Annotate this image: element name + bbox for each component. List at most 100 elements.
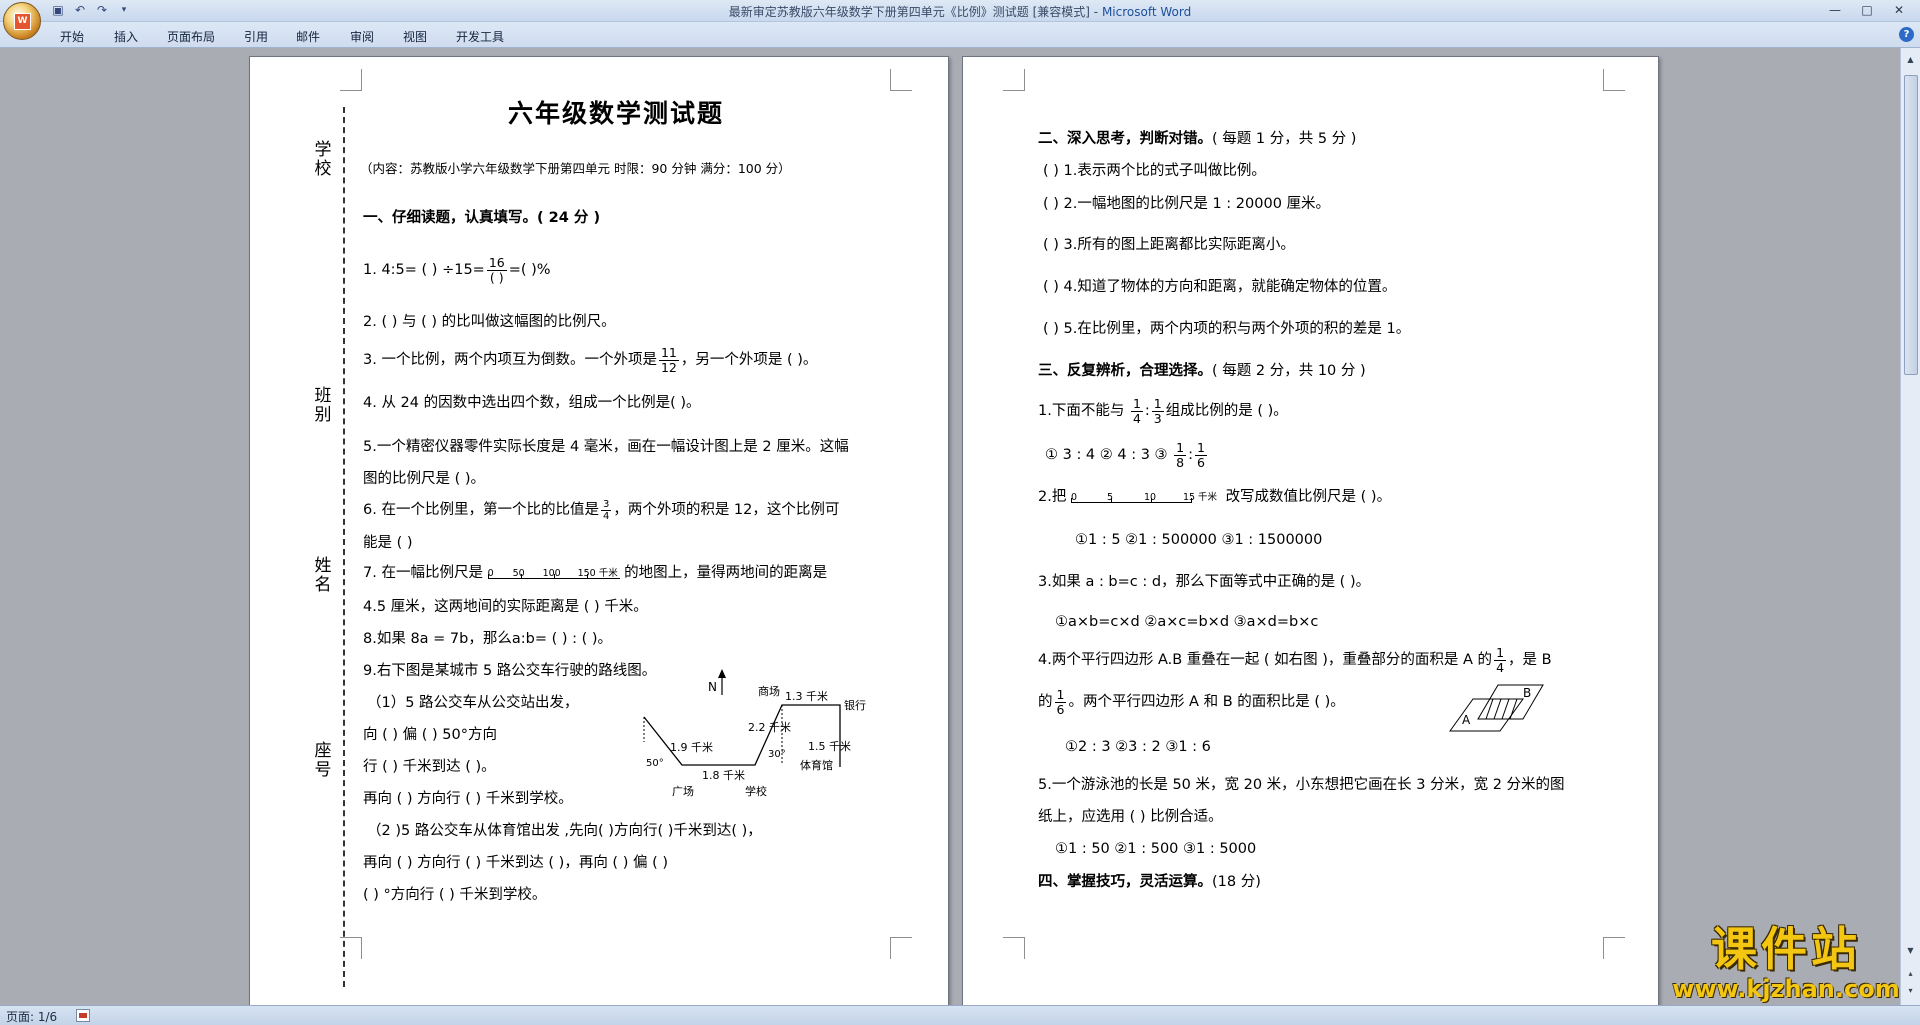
page-1: 学校 班别 姓名 座号 六年级数学测试题 （内容：苏教版小学六年级数学下册第四单… xyxy=(249,56,949,1005)
map-label-30deg: 30° xyxy=(768,749,786,760)
choice-3-options: ①a×b=c×d ②a×c=b×d ③a×d=b×c xyxy=(1055,614,1319,630)
q1-text-b: =( )% xyxy=(508,262,551,278)
side-label-school: 学校 xyxy=(314,140,332,179)
map-label-bank: 银行 xyxy=(844,698,866,712)
tab-mailings[interactable]: 邮件 xyxy=(296,28,320,45)
c4-text-d: 。两个平行四边形 A 和 B 的面积比是 ( )。 xyxy=(1068,694,1345,710)
judge-4: ( ) 4.知道了物体的方向和距离，就能确定物体的位置。 xyxy=(1043,279,1397,295)
minimize-icon[interactable]: — xyxy=(1820,1,1850,19)
c1-options-text: ① 3 : 4 ② 4 : 3 ③ xyxy=(1045,447,1168,463)
choice-4a: 4.两个平行四边形 A.B 重叠在一起 ( 如右图 )，重叠部分的面积是 A 的… xyxy=(1038,637,1552,683)
q6-num: 3 xyxy=(600,498,612,511)
question-3: 3. 一个比例，两个内项互为倒数。一个外项是 11 12 ，另一个外项是 ( )。 xyxy=(363,338,817,382)
frac-den: 4 xyxy=(1496,659,1505,675)
section-2-heading: 二、深入思考，判断对错。( 每题 1 分，共 5 分 ) xyxy=(1038,129,1356,149)
question-6b: 能是 ( ) xyxy=(363,535,413,551)
map-label-gym: 体育馆 xyxy=(800,758,833,772)
question-9-2a: （2 )5 路公交车从体育馆出发 ,先向( )方向行( )千米到达( )， xyxy=(367,823,762,839)
crop-mark xyxy=(340,69,362,91)
overlap-hatch xyxy=(1493,698,1502,720)
next-page-icon[interactable]: ▾ xyxy=(1903,983,1918,998)
c1-text-b: 组成比例的是 ( )。 xyxy=(1165,403,1288,419)
question-9-1a: （1）5 路公交车从公交站出发， xyxy=(367,695,579,711)
tab-references[interactable]: 引用 xyxy=(244,28,268,45)
scroll-down-icon[interactable]: ▼ xyxy=(1903,943,1918,958)
question-9-2c: ( ) °方向行 ( ) 千米到学校。 xyxy=(363,887,547,903)
c2-scale-label: 0 xyxy=(1070,492,1077,503)
tab-view[interactable]: 视图 xyxy=(403,28,427,45)
tab-developer[interactable]: 开发工具 xyxy=(456,28,504,45)
bus-route-map: N 商场 1.3 千米 银行 2.2 千米 1.9 千米 30° 1.5 千米 … xyxy=(643,669,866,797)
map-label-1-5km: 1.5 千米 xyxy=(808,740,851,753)
section-3-title: 三、反复辨析，合理选择。 xyxy=(1038,363,1212,379)
vertical-scrollbar[interactable]: ▲ ▼ ▴ ▾ xyxy=(1900,48,1920,1005)
c2-text-b: 改写成数值比例尺是 ( )。 xyxy=(1225,489,1392,505)
scroll-thumb[interactable] xyxy=(1904,75,1918,375)
judge-5: ( ) 5.在比例里，两个内项的积与两个外项的积的差是 1。 xyxy=(1043,321,1411,337)
watermark-url: www.kjzhan.com xyxy=(1672,975,1900,1003)
q1-text-a: 1. 4:5= ( ) ÷15= xyxy=(363,262,485,278)
side-label-class: 班别 xyxy=(314,386,332,425)
scroll-up-icon[interactable]: ▲ xyxy=(1903,52,1918,67)
crop-mark xyxy=(1603,69,1625,91)
map-label-2-2km: 2.2 千米 xyxy=(748,721,791,734)
section-2-score: ( 每题 1 分，共 5 分 ) xyxy=(1212,131,1357,147)
q6-fraction: 34 xyxy=(600,498,612,522)
q3-text-a: 3. 一个比例，两个内项互为倒数。一个外项是 xyxy=(363,352,657,368)
window-title: 最新审定苏教版六年级数学下册第四单元《比例》测试题 [兼容模式] - Micro… xyxy=(0,3,1920,20)
close-icon[interactable]: ✕ xyxy=(1884,1,1914,19)
prev-page-icon[interactable]: ▴ xyxy=(1903,966,1918,981)
tab-home[interactable]: 开始 xyxy=(60,28,84,45)
q6-text-b: ，两个外项的积是 12，这个比例可 xyxy=(613,502,840,518)
c2-scale-label: 5 xyxy=(1106,492,1113,503)
office-button[interactable]: W xyxy=(3,2,41,40)
map-label-school: 学校 xyxy=(745,784,767,797)
q1-num: 16 xyxy=(486,254,507,271)
section-3-heading: 三、反复辨析，合理选择。( 每题 2 分，共 10 分 ) xyxy=(1038,361,1366,381)
help-icon[interactable]: ? xyxy=(1899,27,1914,42)
c1-colon: : xyxy=(1144,403,1150,419)
q3-text-b: ，另一个外项是 ( )。 xyxy=(680,352,818,368)
tab-review[interactable]: 审阅 xyxy=(350,28,374,45)
page-count[interactable]: 页面: 1/6 xyxy=(6,1008,57,1025)
tab-page-layout[interactable]: 页面布局 xyxy=(167,28,215,45)
tab-insert[interactable]: 插入 xyxy=(114,28,138,45)
document-title: 最新审定苏教版六年级数学下册第四单元《比例》测试题 [兼容模式] - xyxy=(728,5,1099,19)
overlap-hatch xyxy=(1501,698,1510,720)
frac-den: 6 xyxy=(1056,701,1065,717)
crop-mark xyxy=(1003,69,1025,91)
window-controls: — □ ✕ xyxy=(1820,1,1914,19)
c4-frac-b: 16 xyxy=(1054,686,1067,717)
frac-num: 1 xyxy=(1174,439,1187,456)
choice-1-options: ① 3 : 4 ② 4 : 3 ③ 18:16 xyxy=(1045,435,1209,475)
page-title: 六年级数学测试题 xyxy=(508,99,725,128)
question-9-1d: 再向 ( ) 方向行 ( ) 千米到学校。 xyxy=(363,791,573,807)
figure-label-b: B xyxy=(1523,686,1531,700)
kjzhan-watermark: 课件站 www.kjzhan.com xyxy=(1670,922,1902,1002)
maximize-icon[interactable]: □ xyxy=(1852,1,1882,19)
choice-5a: 5.一个游泳池的长是 50 米，宽 20 米，小东想把它画在长 3 分米，宽 2… xyxy=(1038,777,1565,793)
c2-text-a: 2.把 xyxy=(1038,489,1067,505)
question-5a: 5.一个精密仪器零件实际长度是 4 毫米，画在一幅设计图上是 2 厘米。这幅 xyxy=(363,439,849,455)
q6-den: 4 xyxy=(602,510,610,522)
ribbon-tab-bar: 开始 插入 页面布局 引用 邮件 审阅 视图 开发工具 ? xyxy=(0,22,1920,48)
side-label-seat: 座号 xyxy=(314,741,332,780)
side-label-name: 姓名 xyxy=(314,556,332,595)
section-4-title: 四、掌握技巧，灵活运算。 xyxy=(1038,874,1212,890)
frac-num: 1 xyxy=(1151,395,1164,412)
document-area[interactable]: 学校 班别 姓名 座号 六年级数学测试题 （内容：苏教版小学六年级数学下册第四单… xyxy=(0,48,1900,1005)
question-4: 4. 从 24 的因数中选出四个数，组成一个比例是( )。 xyxy=(363,395,701,411)
frac-den: 6 xyxy=(1197,454,1205,470)
frac-den: 8 xyxy=(1176,454,1185,470)
choice-4-options: ①2 : 3 ②3 : 2 ③1 : 6 xyxy=(1065,739,1211,755)
c2-scale-label: 15 千米 xyxy=(1182,492,1218,503)
north-arrow-head xyxy=(718,669,726,678)
q6-text-a: 6. 在一个比例里，第一个比的比值是 xyxy=(363,502,599,518)
proofing-icon[interactable] xyxy=(76,1009,90,1022)
frac-num: 1 xyxy=(1054,686,1067,703)
question-8: 8.如果 8a = 7b，那么a:b= ( ) : ( )。 xyxy=(363,631,613,647)
q7-scale-label: 0 xyxy=(487,568,494,579)
c1-opt-colon: : xyxy=(1188,447,1193,463)
section-4-score: (18 分) xyxy=(1212,874,1261,890)
map-label-1-9km: 1.9 千米 xyxy=(670,741,713,754)
